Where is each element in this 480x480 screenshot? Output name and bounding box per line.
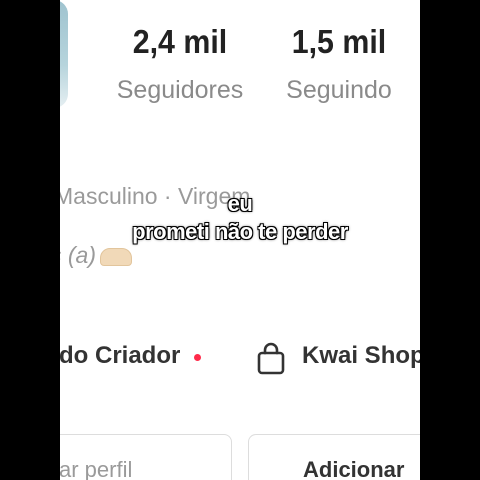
edit-profile-label: ar perfil xyxy=(60,457,133,480)
bio-line-2: s (a) xyxy=(60,242,132,269)
add-label: Adicionar xyxy=(303,457,405,480)
creator-center-link[interactable]: do Criador xyxy=(60,342,180,370)
followers-count: 2,4 mil xyxy=(132,23,228,60)
video-subtitle-line-1: eu xyxy=(227,191,253,216)
shopping-bag-icon[interactable] xyxy=(256,342,286,376)
hands-emoji-icon xyxy=(100,247,132,266)
avatar[interactable] xyxy=(60,0,68,108)
kwai-shop-link[interactable]: Kwai Shop xyxy=(302,342,420,370)
add-button[interactable]: Adicionar xyxy=(248,434,420,480)
following-stat[interactable]: 1,5 mil Seguindo xyxy=(276,22,402,106)
following-label: Seguindo xyxy=(286,76,392,104)
followers-stat[interactable]: 2,4 mil Seguidores xyxy=(110,22,250,106)
video-frame: 2,4 mil Seguidores 1,5 mil Seguindo Masc… xyxy=(0,0,480,480)
edit-profile-button[interactable]: ar perfil xyxy=(60,434,232,480)
following-count: 1,5 mil xyxy=(291,23,387,60)
followers-label: Seguidores xyxy=(116,76,244,104)
notification-dot xyxy=(194,354,201,361)
video-subtitle-line-2: prometi não te perder xyxy=(132,219,348,244)
bio-line-2-text: s (a) xyxy=(60,242,96,268)
